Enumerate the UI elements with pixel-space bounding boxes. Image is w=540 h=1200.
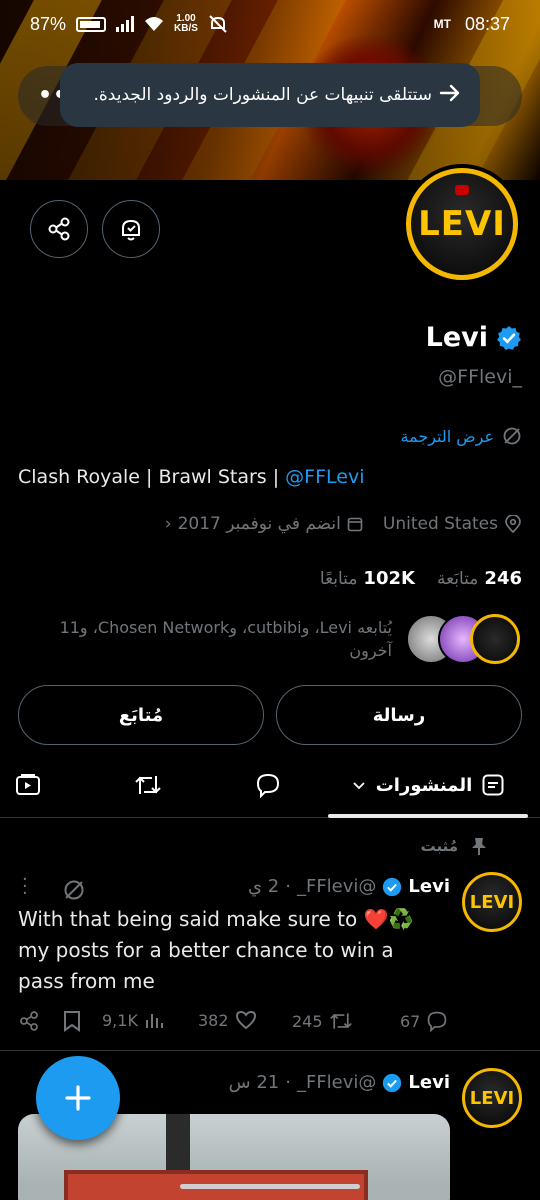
battery-icon — [76, 16, 107, 32]
followed-by-avatars — [406, 614, 526, 666]
chevron-down-icon — [353, 782, 365, 790]
network-speed: 1.00 KB/S — [174, 13, 198, 34]
tab-media[interactable] — [6, 752, 50, 818]
clock: 08:37 — [464, 13, 510, 34]
pin-icon — [472, 838, 486, 855]
profile-location: United States — [383, 514, 522, 534]
message-button[interactable]: رسالة — [276, 685, 522, 745]
status-bar: 87% 1.00 KB/S MT 08:37 — [0, 0, 540, 48]
compose-plus-icon — [65, 1085, 91, 1111]
profile-handle: @FFlevi_ — [438, 366, 522, 388]
profile-avatar[interactable]: LEVI — [402, 164, 522, 284]
wifi-icon — [145, 17, 164, 31]
post-share-button[interactable] — [18, 1010, 40, 1032]
home-indicator[interactable] — [180, 1184, 360, 1189]
heart-icon — [235, 1010, 256, 1030]
carrier-label: MT — [433, 17, 451, 31]
post-repost-button[interactable]: 245 — [292, 1010, 353, 1032]
tab-posts[interactable]: المنشورات — [328, 752, 528, 818]
views-icon — [145, 1014, 163, 1028]
repost-icon — [135, 776, 161, 794]
profile-joined: انضم في نوفمبر 2017 ‹ — [165, 514, 363, 534]
profile-name-row: Levi — [426, 322, 522, 353]
pinned-label-row: مُثبت — [421, 836, 488, 856]
translate-icon[interactable] — [62, 878, 86, 902]
post-author-handle: @FFlevi_ — [296, 876, 377, 897]
notification-bell-icon — [122, 219, 140, 241]
following-button[interactable]: مُتابَع — [18, 685, 264, 745]
bookmark-icon — [64, 1011, 80, 1032]
profile-meta: United States انضم في نوفمبر 2017 ‹ — [165, 514, 522, 534]
location-icon — [505, 515, 521, 533]
posts-icon — [482, 774, 504, 796]
followers-count-link[interactable]: 102Kمتابعًا — [320, 568, 415, 589]
translate-icon — [503, 427, 521, 445]
post-author-name[interactable]: Levi — [408, 876, 450, 897]
notification-toast[interactable]: ستتلقى تنبيهات عن المنشورات والردود الجد… — [60, 63, 480, 127]
post-avatar[interactable]: LEVI — [462, 1068, 522, 1128]
tab-posts-label: المنشورات — [375, 774, 473, 796]
media-icon — [16, 774, 40, 795]
post-actions: 9,1K 382 245 67 — [18, 1010, 458, 1038]
verified-badge-icon — [383, 877, 402, 896]
avatar-text: LEVI — [418, 204, 506, 244]
translate-link[interactable]: عرض الترجمة — [401, 426, 523, 446]
following-count-link[interactable]: 246متابَعة — [437, 568, 522, 589]
chevron-left-icon[interactable]: ‹ — [165, 514, 172, 534]
profile-name: Levi — [425, 322, 488, 353]
post-author-handle: @FFlevi_ — [296, 1072, 377, 1093]
post-time: 21 س — [228, 1072, 280, 1093]
profile-counts: 246متابَعة 102Kمتابعًا — [320, 568, 522, 589]
share-button[interactable] — [30, 200, 88, 258]
share-icon — [48, 217, 70, 241]
avatar — [470, 614, 520, 664]
post-reply-button[interactable]: 67 — [400, 1010, 448, 1032]
battery-percent: 87% — [30, 13, 67, 34]
followed-by-text: يُتابعه Levi، وcutbibi، وChosen Network،… — [59, 618, 392, 660]
compose-button[interactable] — [36, 1056, 120, 1140]
tab-reposts[interactable] — [126, 752, 170, 818]
reply-icon — [428, 1011, 447, 1032]
post-more-icon[interactable]: · · · — [22, 871, 28, 903]
post-bookmark-button[interactable] — [62, 1010, 82, 1032]
verified-badge-icon[interactable] — [496, 325, 522, 351]
active-tab-indicator — [328, 814, 528, 818]
bio-mention-link[interactable]: @FFLevi — [285, 466, 364, 488]
followed-by-row[interactable]: يُتابعه Levi، وcutbibi، وChosen Network،… — [18, 612, 522, 668]
profile-bio: Clash Royale | Brawl Stars | @FFLevi — [18, 466, 365, 488]
toast-message: ستتلقى تنبيهات عن المنشورات والردود الجد… — [93, 85, 433, 105]
reply-icon — [256, 773, 280, 798]
post-divider — [0, 1050, 540, 1051]
post-header: Levi @FFlevi_ · 2 ي — [247, 876, 450, 897]
post-text: With that being said make sure to ❤️♻️ m… — [18, 907, 414, 993]
post-avatar[interactable]: LEVI — [462, 872, 522, 932]
post-time: 2 ي — [247, 876, 280, 897]
repost-icon — [329, 1013, 352, 1029]
notifications-button[interactable] — [102, 200, 160, 258]
translate-label: عرض الترجمة — [400, 426, 495, 446]
share-icon — [20, 1011, 38, 1031]
tab-replies[interactable] — [246, 752, 290, 818]
arrow-right-icon[interactable] — [438, 81, 462, 105]
signal-icon — [116, 16, 135, 32]
mute-icon — [209, 15, 227, 33]
post-like-button[interactable]: 382 — [198, 1010, 257, 1030]
calendar-icon — [347, 517, 363, 532]
post-views-button[interactable]: 9,1K — [102, 1010, 164, 1030]
verified-badge-icon — [383, 1073, 402, 1092]
profile-tabs: المنشورات — [0, 752, 540, 818]
post-author-name[interactable]: Levi — [408, 1072, 450, 1093]
post-header: Levi @FFlevi_ · 21 س — [228, 1072, 450, 1093]
